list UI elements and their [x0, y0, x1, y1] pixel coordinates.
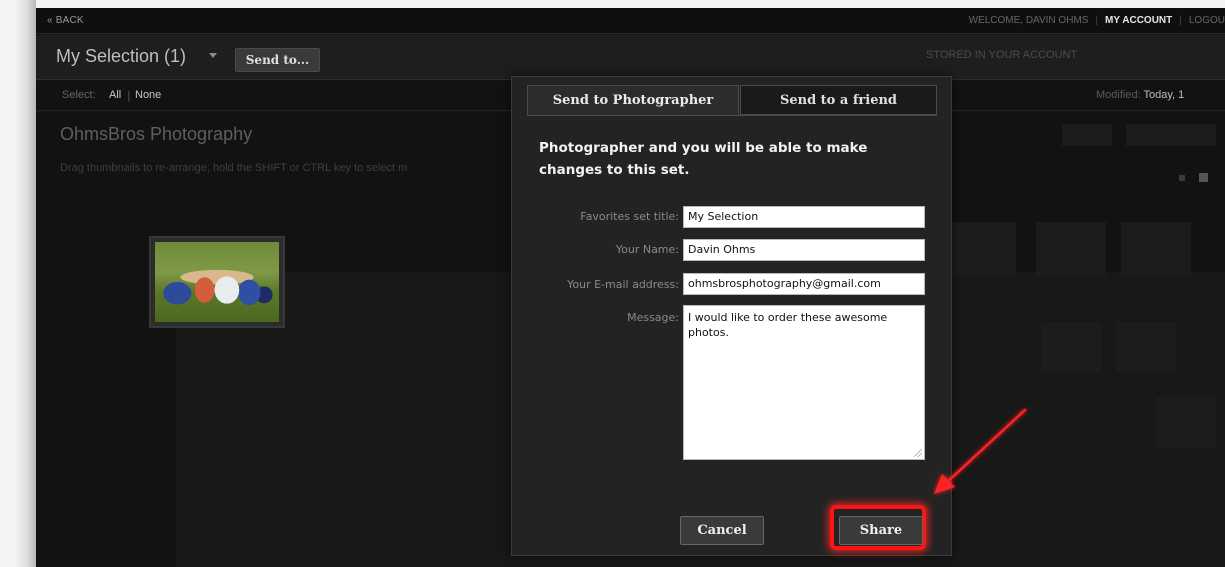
share-button[interactable]: Share	[839, 516, 923, 545]
name-label: Your Name:	[615, 243, 679, 256]
select-all-link[interactable]: All	[109, 89, 121, 101]
modified-label: Modified:	[1096, 89, 1141, 101]
small-view-icon[interactable]	[1179, 175, 1185, 181]
back-link[interactable]: « BACK	[47, 15, 84, 26]
top-bar: « BACK WELCOME, DAVIN OHMS | MY ACCOUNT | LO…	[36, 8, 1225, 34]
modified-value: Today, 1	[1143, 89, 1185, 101]
toolbar-button[interactable]	[1062, 124, 1112, 146]
separator: |	[1095, 15, 1099, 26]
cancel-button[interactable]: Cancel	[680, 516, 764, 545]
my-account-link[interactable]: MY ACCOUNT	[1105, 15, 1172, 26]
frame-shadow	[14, 0, 36, 567]
message-label: Message:	[627, 311, 679, 324]
tab-send-to-friend[interactable]: Send to a friend	[740, 85, 937, 115]
photo-thumbnail[interactable]	[149, 236, 285, 328]
logout-link[interactable]: LOGOU	[1189, 15, 1225, 26]
drag-hint: Drag thumbnails to re-arrange; hold the …	[60, 162, 408, 174]
email-input[interactable]: ohmsbrosphotography@gmail.com	[683, 273, 925, 295]
resize-grip-icon[interactable]	[914, 449, 922, 457]
send-dialog: Send to Photographer Send to a friend Ph…	[511, 76, 952, 556]
chevron-down-icon[interactable]	[209, 53, 217, 58]
message-textarea[interactable]: I would like to order these awesome phot…	[683, 305, 925, 460]
dimmed-thumbnail	[1036, 222, 1106, 277]
tab-divider	[527, 115, 937, 116]
selection-title[interactable]: My Selection (1)	[56, 46, 186, 67]
set-title-input[interactable]: My Selection	[683, 206, 925, 228]
separator: |	[127, 89, 131, 102]
modified-info: Modified: Today, 1	[1096, 89, 1184, 101]
separator: |	[1179, 15, 1182, 26]
dimmed-thumbnail	[1041, 322, 1101, 372]
set-title-label: Favorites set title:	[580, 210, 679, 223]
dimmed-thumbnail	[1121, 222, 1191, 277]
team-photo-image	[155, 242, 279, 322]
account-bar: WELCOME, DAVIN OHMS | MY ACCOUNT | LOGOU	[969, 15, 1225, 26]
welcome-text: WELCOME, DAVIN OHMS	[968, 15, 1089, 26]
selection-bar: My Selection (1) Send to... STORED IN YO…	[36, 35, 1225, 80]
dialog-intro: Photographer and you will be able to mak…	[539, 140, 868, 178]
gallery-title: OhmsBros Photography	[60, 124, 253, 144]
large-view-icon[interactable]	[1199, 173, 1208, 182]
message-text: I would like to order these awesome phot…	[688, 311, 888, 339]
stored-status: STORED IN YOUR ACCOUNT	[926, 49, 1078, 61]
select-label: Select:	[62, 89, 96, 101]
toolbar-button[interactable]	[1126, 124, 1216, 146]
send-to-button[interactable]: Send to...	[235, 48, 320, 72]
screenshot-frame: « BACK WELCOME, DAVIN OHMS | MY ACCOUNT | LO…	[0, 0, 1225, 567]
dimmed-thumbnail	[1116, 322, 1176, 372]
dimmed-thumbnail	[1156, 397, 1216, 447]
tab-send-to-photographer[interactable]: Send to Photographer	[527, 85, 739, 115]
email-label: Your E-mail address:	[567, 278, 679, 291]
select-none-link[interactable]: None	[135, 89, 161, 101]
name-input[interactable]: Davin Ohms	[683, 239, 925, 261]
